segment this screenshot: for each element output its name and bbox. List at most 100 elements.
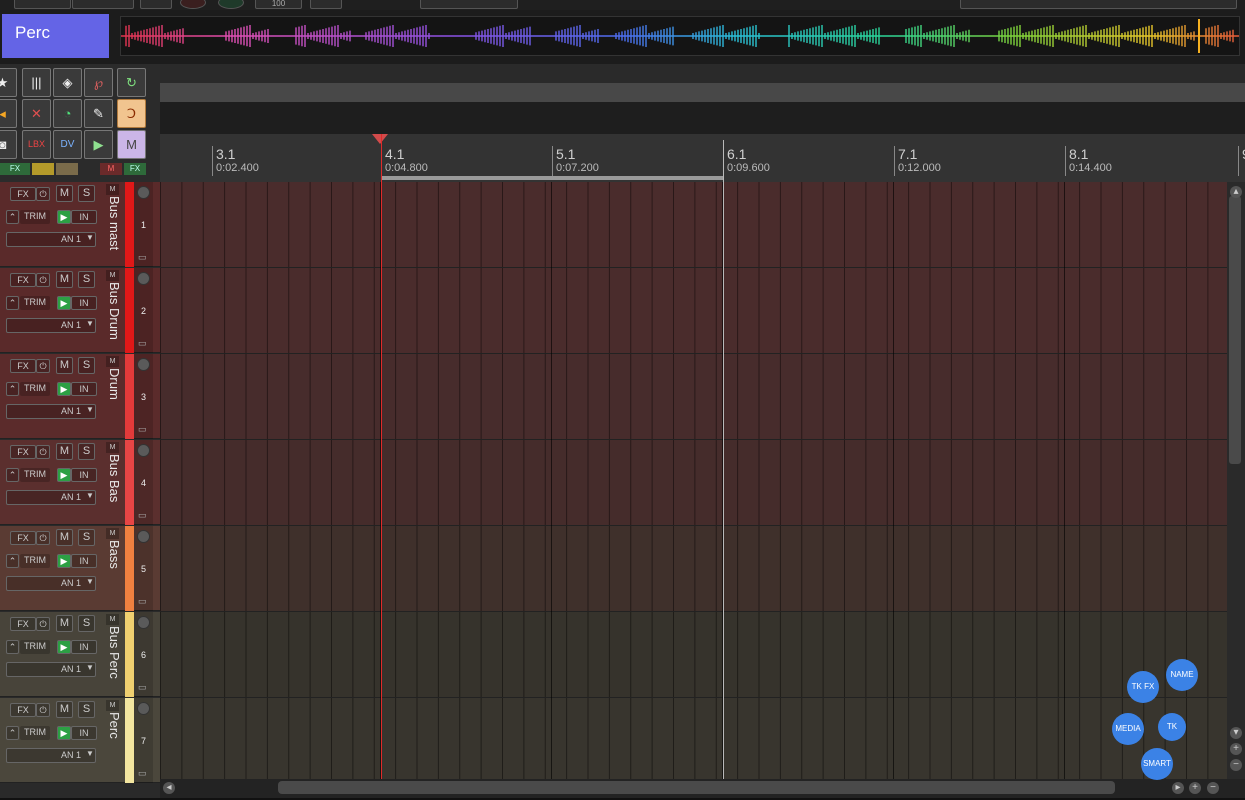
mini-m[interactable]: M xyxy=(100,163,122,175)
loop-selection-bar[interactable] xyxy=(381,176,723,180)
envelope-icon[interactable]: ⌃ xyxy=(6,296,19,310)
folder-icon[interactable]: ▭ xyxy=(138,682,147,693)
track-lane[interactable] xyxy=(160,182,1227,268)
mute-button[interactable]: M xyxy=(56,701,73,718)
project-overview-waveform[interactable] xyxy=(120,16,1240,56)
record-arm-button[interactable] xyxy=(137,616,150,629)
mute-button[interactable]: M xyxy=(56,185,73,202)
io-select[interactable]: AN 1 xyxy=(6,490,96,505)
solo-button[interactable]: S xyxy=(78,357,95,374)
tempo-field[interactable]: 100 xyxy=(255,0,302,9)
envelope-icon[interactable]: ⌃ xyxy=(6,382,19,396)
solo-button[interactable]: S xyxy=(78,701,95,718)
io-select[interactable]: AN 1 xyxy=(6,748,96,763)
scroll-right-icon[interactable]: ▸ xyxy=(1172,782,1184,794)
track-lane[interactable] xyxy=(160,612,1227,698)
folder-icon[interactable]: ▭ xyxy=(138,338,147,349)
solo-button[interactable]: S xyxy=(78,615,95,632)
power-icon[interactable]: ⏻ xyxy=(36,273,50,287)
play-knob[interactable] xyxy=(218,0,244,9)
envelope-icon[interactable]: ⌃ xyxy=(6,210,19,224)
hzoom-out-icon[interactable]: − xyxy=(1207,782,1219,794)
power-icon[interactable]: ⏻ xyxy=(36,187,50,201)
mini-fx-1[interactable]: FX xyxy=(0,163,30,175)
trim-label[interactable]: TRIM xyxy=(20,210,50,224)
transport-box[interactable] xyxy=(72,0,134,9)
playhead-marker[interactable] xyxy=(372,134,388,144)
track-name[interactable]: Bus Bas xyxy=(103,454,122,524)
mute-button[interactable]: M xyxy=(56,443,73,460)
track-m-indicator[interactable]: M xyxy=(106,700,119,711)
mute-button[interactable]: M xyxy=(56,357,73,374)
lbx-button[interactable]: LBX xyxy=(22,130,51,159)
trim-label[interactable]: TRIM xyxy=(20,382,50,396)
power-icon[interactable]: ⏻ xyxy=(36,531,50,545)
record-arm-button[interactable] xyxy=(137,186,150,199)
power-icon[interactable]: ⏻ xyxy=(36,359,50,373)
track-control-panel[interactable]: FX ⏻ M S ⌃ TRIM ▶ IN AN 1 ▼ M Drum 3 ▭ xyxy=(0,354,160,439)
solo-button[interactable]: S xyxy=(78,185,95,202)
io-select[interactable]: AN 1 xyxy=(6,232,96,247)
scroll-left-icon[interactable]: ◂ xyxy=(163,782,175,794)
track-lane[interactable] xyxy=(160,440,1227,526)
loop-icon[interactable]: ℘ xyxy=(84,68,113,97)
snap-icon[interactable]: Ↄ xyxy=(117,99,146,128)
track-control-panel[interactable]: FX ⏻ M S ⌃ TRIM ▶ IN AN 1 ▼ M Perc 7 ▭ xyxy=(0,698,160,783)
input-button[interactable]: IN xyxy=(71,210,97,224)
horizontal-scroll-thumb[interactable] xyxy=(278,781,1115,794)
track-lane[interactable] xyxy=(160,354,1227,440)
envelope-icon[interactable]: ⌃ xyxy=(6,640,19,654)
track-m-indicator[interactable]: M xyxy=(106,184,119,195)
track-m-indicator[interactable]: M xyxy=(106,614,119,625)
power-icon[interactable]: ⏻ xyxy=(36,617,50,631)
folder-icon[interactable]: ▭ xyxy=(138,424,147,435)
tk-bubble[interactable]: TK xyxy=(1158,713,1186,741)
smart-bubble[interactable]: SMART xyxy=(1141,748,1173,780)
grid-icon[interactable]: ||| xyxy=(22,68,51,97)
track-name[interactable]: Drum xyxy=(103,368,122,438)
track-fx-button[interactable]: FX xyxy=(10,703,36,717)
tkfx-bubble[interactable]: TK FX xyxy=(1127,671,1159,703)
track-fx-button[interactable]: FX xyxy=(10,531,36,545)
vertical-scroll-thumb[interactable] xyxy=(1229,196,1241,464)
play-icon[interactable]: ▶ xyxy=(57,468,71,482)
solo-button[interactable]: S xyxy=(78,271,95,288)
folder-icon[interactable]: ▭ xyxy=(138,252,147,263)
pen-icon[interactable]: ✎ xyxy=(84,99,113,128)
io-select[interactable]: AN 1 xyxy=(6,404,96,419)
track-name[interactable]: Bus Perc xyxy=(103,626,122,696)
play-icon[interactable]: ▶ xyxy=(57,726,71,740)
m-button[interactable]: M xyxy=(117,130,146,159)
track-lane[interactable] xyxy=(160,526,1227,612)
scroll-down-icon[interactable]: ▾ xyxy=(1230,727,1242,739)
track-fx-button[interactable]: FX xyxy=(10,445,36,459)
trim-label[interactable]: TRIM xyxy=(20,640,50,654)
arrange-view[interactable] xyxy=(160,182,1227,779)
track-name[interactable]: Bus mast xyxy=(103,196,122,266)
dot-x-icon[interactable]: ✕ xyxy=(22,99,51,128)
record-knob[interactable] xyxy=(180,0,206,9)
power-icon[interactable]: ⏻ xyxy=(36,445,50,459)
envelope-icon[interactable]: ⌃ xyxy=(6,554,19,568)
track-name[interactable]: Perc xyxy=(103,712,122,782)
folder-icon[interactable]: ▭ xyxy=(138,768,147,779)
envelope-icon[interactable]: ⌃ xyxy=(6,726,19,740)
name-bubble[interactable]: NAME xyxy=(1166,659,1198,691)
input-button[interactable]: IN xyxy=(71,296,97,310)
play-icon[interactable]: ▶ xyxy=(57,210,71,224)
transport-box[interactable] xyxy=(960,0,1237,9)
folder-icon[interactable]: ▭ xyxy=(138,596,147,607)
track-lane[interactable] xyxy=(160,268,1227,354)
track-m-indicator[interactable]: M xyxy=(106,528,119,539)
mute-button[interactable]: M xyxy=(56,529,73,546)
scroll-up-icon[interactable]: ▴ xyxy=(1230,186,1242,198)
selected-track-name[interactable]: Perc xyxy=(2,14,109,58)
io-select[interactable]: AN 1 xyxy=(6,662,96,677)
mini-dot[interactable] xyxy=(32,163,54,175)
record-arm-button[interactable] xyxy=(137,702,150,715)
zoom-in-icon[interactable]: + xyxy=(1230,743,1242,755)
play-icon[interactable]: ▶ xyxy=(57,554,71,568)
track-control-panel[interactable]: FX ⏻ M S ⌃ TRIM ▶ IN AN 1 ▼ M Bus Perc 6 ▭ xyxy=(0,612,160,697)
track-control-panel[interactable]: FX ⏻ M S ⌃ TRIM ▶ IN AN 1 ▼ M Bus mast 1 ▭ xyxy=(0,182,160,267)
track-name[interactable]: Bus Drum xyxy=(103,282,122,352)
